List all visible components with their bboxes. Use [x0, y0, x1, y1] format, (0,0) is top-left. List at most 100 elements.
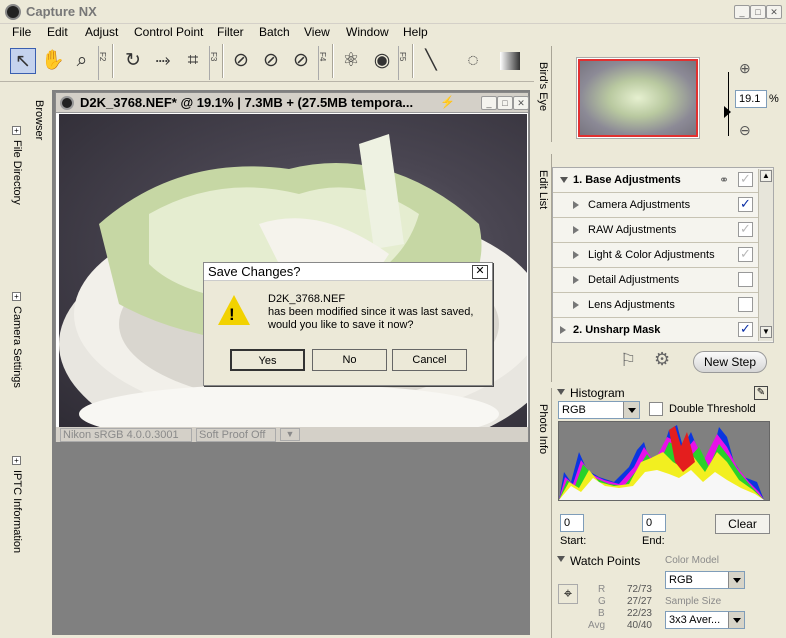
camera-settings-expand-icon[interactable]: +: [12, 292, 21, 301]
close-icon[interactable]: ✕: [766, 5, 782, 19]
doc-maximize-icon[interactable]: □: [497, 96, 513, 110]
doc-close-icon[interactable]: ✕: [513, 96, 529, 110]
yes-button[interactable]: Yes: [230, 349, 305, 371]
neutral-control-point-icon[interactable]: ⊘: [258, 48, 284, 74]
collapse-icon[interactable]: [557, 389, 565, 395]
control-point-flag-icon[interactable]: ⚐: [620, 350, 636, 371]
zoom-in-icon[interactable]: ⊕: [739, 60, 751, 77]
red-eye-icon[interactable]: ◉: [369, 48, 395, 74]
menu-help[interactable]: Help: [403, 25, 428, 39]
unsharp-mask-row[interactable]: 2. Unsharp Mask ✓: [553, 318, 759, 343]
eyedropper-icon[interactable]: ✎: [754, 386, 768, 400]
dropdown-arrow-icon[interactable]: [728, 572, 744, 588]
sample-size-select[interactable]: 3x3 Aver...: [665, 611, 745, 629]
edit-row-checkbox[interactable]: ✓: [738, 247, 753, 262]
white-control-point-icon[interactable]: ⊘: [288, 48, 314, 74]
edit-row[interactable]: Lens Adjustments: [553, 293, 759, 318]
expand-down-icon[interactable]: [560, 177, 568, 183]
expand-right-icon[interactable]: [573, 251, 579, 259]
menu-edit[interactable]: Edit: [47, 25, 68, 39]
scroll-down-icon[interactable]: ▼: [760, 326, 772, 338]
double-threshold-checkbox[interactable]: [649, 402, 663, 416]
menu-view[interactable]: View: [304, 25, 330, 39]
crop-icon[interactable]: ⌗: [180, 48, 206, 74]
crosshair-icon[interactable]: ⌖: [558, 584, 578, 604]
photo-info-tab[interactable]: Photo Info: [535, 388, 552, 638]
black-control-point-icon[interactable]: ⊘: [228, 48, 254, 74]
camera-settings-tab[interactable]: Camera Settings: [11, 306, 23, 388]
no-button[interactable]: No: [312, 349, 387, 371]
expand-right-icon[interactable]: [573, 301, 579, 309]
histogram-end-input[interactable]: 0: [642, 514, 666, 532]
menu-filter[interactable]: Filter: [217, 25, 244, 39]
edit-row-checkbox[interactable]: [738, 272, 753, 287]
color-model-select[interactable]: RGB: [665, 571, 745, 589]
expand-right-icon[interactable]: [560, 326, 566, 334]
expand-right-icon[interactable]: [573, 201, 579, 209]
histogram-start-input[interactable]: 0: [560, 514, 584, 532]
base-adjustments-checkbox[interactable]: ✓: [738, 172, 753, 187]
menu-adjust[interactable]: Adjust: [85, 25, 118, 39]
proof-dropdown-icon[interactable]: ▼: [280, 428, 300, 441]
zoom-slider-thumb[interactable]: [724, 106, 731, 118]
color-control-point-icon[interactable]: ⚛: [338, 48, 364, 74]
document-title-bar: D2K_3768.NEF* @ 19.1% | 7.3MB + (27.5MB …: [56, 93, 529, 113]
zoom-level-input[interactable]: 19.1: [735, 90, 767, 108]
base-adjustments-row[interactable]: 1. Base Adjustments ⚭ ✓: [553, 168, 759, 193]
iptc-expand-icon[interactable]: +: [12, 456, 21, 465]
fkey-f3: F3: [209, 46, 218, 80]
unsharp-mask-checkbox[interactable]: ✓: [738, 322, 753, 337]
edit-row[interactable]: Light & Color Adjustments ✓: [553, 243, 759, 268]
dialog-message-line2: has been modified since it was last save…: [268, 306, 474, 318]
birds-eye-tab[interactable]: Bird's Eye: [535, 46, 552, 142]
base-adjustments-label: 1. Base Adjustments: [573, 174, 681, 186]
new-step-button[interactable]: New Step: [693, 351, 767, 373]
edit-row[interactable]: RAW Adjustments ✓: [553, 218, 759, 243]
hand-icon[interactable]: ✋: [40, 48, 66, 74]
menu-file[interactable]: File: [12, 25, 31, 39]
scroll-up-icon[interactable]: ▲: [760, 170, 772, 182]
toolbar: ↖ ✋ ⌕ F2 ↻ ⤑ ⌗ F3 ⊘ ⊘ ⊘ F4 ⚛ ◉ F5 ╲ ◌: [0, 42, 534, 82]
birds-eye-view[interactable]: [576, 57, 700, 139]
edit-list-tab[interactable]: Edit List: [535, 154, 552, 382]
minimize-icon[interactable]: _: [734, 5, 750, 19]
dropdown-arrow-icon[interactable]: [728, 612, 744, 628]
collapse-icon[interactable]: [557, 556, 565, 562]
doc-minimize-icon[interactable]: _: [481, 96, 497, 110]
iptc-information-tab[interactable]: IPTC Information: [11, 470, 23, 553]
browser-tab[interactable]: Browser: [30, 90, 52, 142]
histogram-channel-select[interactable]: RGB: [558, 401, 640, 419]
menu-batch[interactable]: Batch: [259, 25, 290, 39]
expand-right-icon[interactable]: [573, 276, 579, 284]
file-directory-expand-icon[interactable]: +: [12, 126, 21, 135]
edit-row-checkbox[interactable]: [738, 297, 753, 312]
direct-select-icon[interactable]: ↖: [10, 48, 36, 74]
color-model-label: Color Model: [665, 555, 719, 566]
expand-right-icon[interactable]: [573, 226, 579, 234]
menu-window[interactable]: Window: [346, 25, 389, 39]
histogram-title: Histogram: [570, 386, 625, 400]
settings-gears-icon[interactable]: ⚙: [654, 349, 670, 370]
edit-row-checkbox[interactable]: ✓: [738, 197, 753, 212]
lasso-icon[interactable]: ◌: [460, 48, 486, 74]
edit-row[interactable]: Camera Adjustments ✓: [553, 193, 759, 218]
edit-list-scrollbar[interactable]: ▲ ▼: [758, 169, 773, 341]
dialog-close-icon[interactable]: ✕: [472, 265, 488, 279]
straighten-icon[interactable]: ⤑: [150, 48, 176, 74]
dropdown-arrow-icon[interactable]: [623, 402, 639, 418]
rotate-icon[interactable]: ↻: [120, 48, 146, 74]
clear-button[interactable]: Clear: [715, 514, 770, 534]
zoom-icon[interactable]: ⌕: [69, 48, 95, 74]
soft-proof-status: Soft Proof Off: [196, 428, 276, 442]
gradient-icon[interactable]: [500, 52, 520, 70]
file-directory-tab[interactable]: File Directory: [11, 140, 23, 205]
brush-icon[interactable]: ╲: [418, 48, 444, 74]
edit-row-checkbox[interactable]: ✓: [738, 222, 753, 237]
link-icon[interactable]: ⚭: [719, 173, 729, 187]
dialog-title-bar: Save Changes? ✕: [204, 263, 492, 281]
menu-control-point[interactable]: Control Point: [134, 25, 203, 39]
zoom-out-icon[interactable]: ⊖: [739, 122, 751, 139]
maximize-icon[interactable]: □: [750, 5, 766, 19]
cancel-button[interactable]: Cancel: [392, 349, 467, 371]
edit-row[interactable]: Detail Adjustments: [553, 268, 759, 293]
